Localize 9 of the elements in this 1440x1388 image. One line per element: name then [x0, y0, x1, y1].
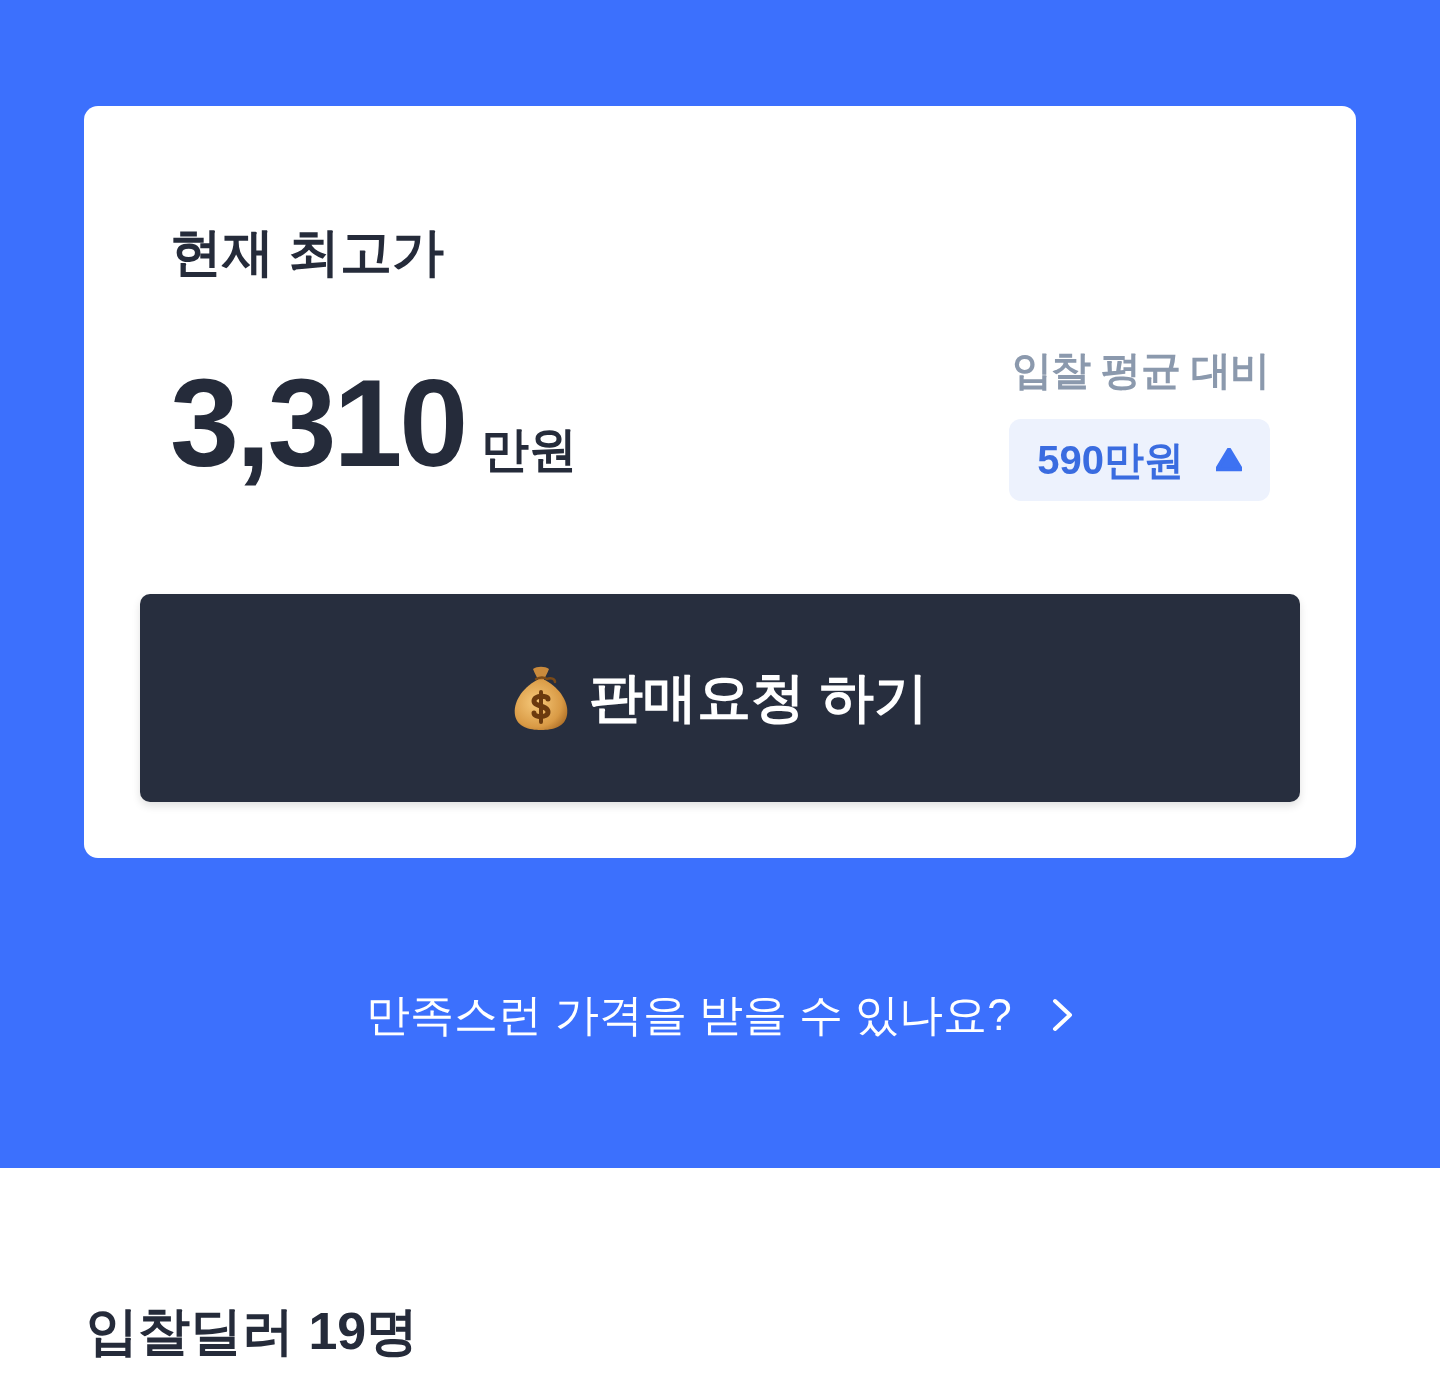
section-title: 입찰딜러 19명 — [86, 1301, 419, 1362]
card-title: 현재 최고가 — [170, 222, 445, 282]
sell-request-button[interactable]: 판매요청 하기 — [140, 594, 1300, 802]
price-amount: 3,310 — [170, 361, 466, 485]
chevron-right-icon — [1051, 998, 1074, 1032]
comparison-label: 입찰 평균 대비 — [1011, 347, 1270, 394]
price-unit: 만원 — [481, 422, 578, 478]
difference-amount: 590만원 — [1037, 436, 1184, 484]
help-link[interactable]: 만족스런 가격을 받을 수 있나요? — [366, 985, 1074, 1045]
